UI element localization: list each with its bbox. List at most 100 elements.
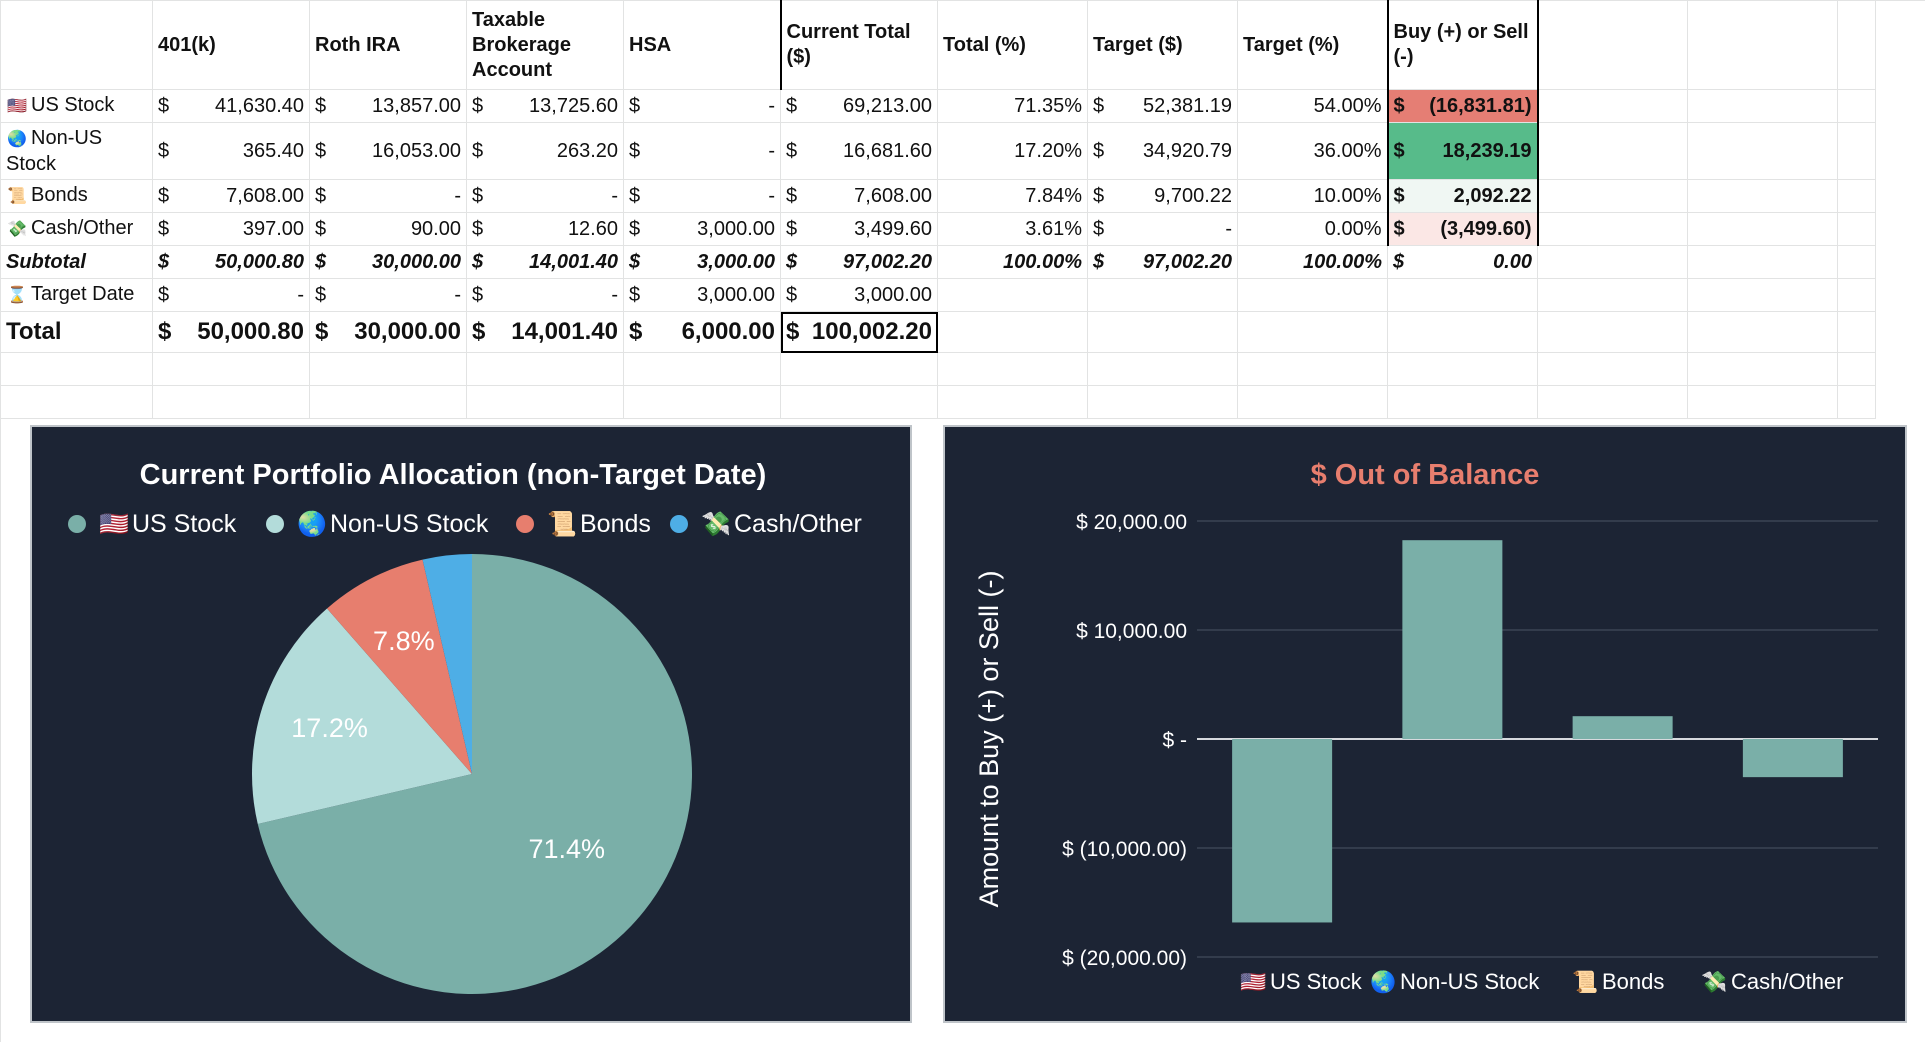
bar[interactable] <box>1742 739 1843 778</box>
empty-cell[interactable] <box>1087 352 1238 386</box>
cell-target[interactable]: $9,700.22 <box>1087 179 1238 213</box>
empty-cell[interactable] <box>623 352 781 386</box>
empty-cell[interactable] <box>309 352 467 386</box>
cell-current-total[interactable]: $16,681.60 <box>780 122 938 180</box>
empty-cell[interactable] <box>1537 352 1688 386</box>
empty-cell[interactable] <box>1687 311 1838 353</box>
cell-current-total[interactable]: $97,002.20 <box>780 245 938 279</box>
cell-current-total[interactable]: $7,608.00 <box>780 179 938 213</box>
cell-taxable[interactable]: $263.20 <box>466 122 624 180</box>
cell-buy-sell[interactable]: $0.00 <box>1387 245 1538 279</box>
empty-cell[interactable] <box>1687 352 1838 386</box>
cell-401k[interactable]: $50,000.80 <box>152 245 310 279</box>
cell-target[interactable]: $97,002.20 <box>1087 245 1238 279</box>
cell-hsa[interactable]: $3,000.00 <box>623 212 781 246</box>
column-header[interactable]: Taxable Brokerage Account <box>466 0 624 90</box>
empty-cell[interactable] <box>1387 352 1538 386</box>
cell-401k[interactable]: $ - <box>152 278 310 312</box>
empty-cell[interactable] <box>780 352 938 386</box>
empty-cell[interactable] <box>1537 122 1688 180</box>
cell-hsa[interactable]: $3,000.00 <box>623 245 781 279</box>
row-label[interactable]: ⌛ Target Date <box>0 278 153 312</box>
empty-cell[interactable] <box>1837 278 1876 312</box>
cell-hsa[interactable]: $3,000.00 <box>623 278 781 312</box>
row-label[interactable]: Subtotal <box>0 245 153 279</box>
empty-cell[interactable] <box>1237 352 1388 386</box>
empty-cell[interactable] <box>1237 311 1388 353</box>
empty-cell[interactable] <box>1837 352 1876 386</box>
empty-cell[interactable] <box>623 385 781 419</box>
empty-cell[interactable] <box>937 385 1088 419</box>
cell-buy-sell[interactable]: $2,092.22 <box>1386 179 1539 213</box>
empty-cell[interactable] <box>1537 89 1688 123</box>
empty-cell[interactable] <box>1537 385 1688 419</box>
empty-cell[interactable] <box>937 352 1088 386</box>
cell-total-pct[interactable]: 71.35% <box>937 89 1088 123</box>
empty-cell[interactable] <box>1837 212 1876 246</box>
empty-cell[interactable] <box>1537 278 1688 312</box>
cell-total-pct[interactable]: 100.00% <box>937 245 1088 279</box>
cell-target-pct[interactable]: 0.00% <box>1237 212 1388 246</box>
legend-item[interactable]: 🇺🇸 US Stock <box>68 510 237 538</box>
cell-taxable[interactable]: $12.60 <box>466 212 624 246</box>
row-label[interactable]: 🇺🇸 US Stock <box>0 89 153 123</box>
legend-item[interactable]: 💸 Cash/Other <box>670 510 862 538</box>
cell-current-total[interactable]: $3,000.00 <box>780 278 938 312</box>
empty-cell[interactable] <box>1687 89 1838 123</box>
legend-item[interactable]: 🇺🇸 US Stock <box>1240 969 1363 994</box>
empty-cell[interactable] <box>309 385 467 419</box>
cell-taxable[interactable]: $13,725.60 <box>466 89 624 123</box>
empty-cell[interactable] <box>1687 278 1838 312</box>
empty-cell[interactable] <box>1837 0 1876 90</box>
legend-item[interactable]: 📜 Bonds <box>1572 969 1664 994</box>
column-header[interactable]: HSA <box>623 0 781 90</box>
empty-cell[interactable] <box>1087 278 1238 312</box>
cell-hsa[interactable]: $ - <box>623 89 781 123</box>
column-header[interactable]: Target ($) <box>1087 0 1238 90</box>
column-header[interactable]: Current Total ($) <box>779 0 938 90</box>
empty-cell[interactable] <box>152 385 310 419</box>
cell-401k[interactable]: $365.40 <box>152 122 310 180</box>
column-header[interactable]: Roth IRA <box>309 0 467 90</box>
empty-cell[interactable] <box>1087 311 1238 353</box>
empty-cell[interactable] <box>1837 89 1876 123</box>
empty-cell[interactable] <box>1537 179 1688 213</box>
cell-roth-ira[interactable]: $30,000.00 <box>309 245 467 279</box>
empty-cell[interactable] <box>1837 385 1876 419</box>
column-header[interactable]: 401(k) <box>152 0 310 90</box>
empty-cell[interactable] <box>0 352 153 386</box>
empty-cell[interactable] <box>1537 212 1688 246</box>
cell-roth-ira[interactable]: $ - <box>309 179 467 213</box>
cell-401k[interactable]: $50,000.80 <box>152 311 310 353</box>
empty-cell[interactable] <box>1537 0 1688 90</box>
cell-taxable[interactable]: $ - <box>466 179 624 213</box>
cell-total-pct[interactable]: 7.84% <box>937 179 1088 213</box>
empty-cell[interactable] <box>1387 278 1538 312</box>
empty-cell[interactable] <box>1837 179 1876 213</box>
row-label[interactable]: Total <box>0 311 153 353</box>
cell-total-pct[interactable]: 17.20% <box>937 122 1088 180</box>
cell-current-total[interactable]: $3,499.60 <box>780 212 938 246</box>
cell-target-pct[interactable]: 100.00% <box>1237 245 1388 279</box>
cell-buy-sell[interactable]: $ (16,831.81) <box>1386 89 1539 123</box>
cell-total-pct[interactable]: 3.61% <box>937 212 1088 246</box>
empty-cell[interactable] <box>1087 385 1238 419</box>
legend-item[interactable]: 💸 Cash/Other <box>1701 969 1844 994</box>
empty-cell[interactable] <box>1387 311 1538 353</box>
cell-target[interactable]: $34,920.79 <box>1087 122 1238 180</box>
empty-cell[interactable] <box>152 352 310 386</box>
cell-401k[interactable]: $397.00 <box>152 212 310 246</box>
cell-hsa[interactable]: $ - <box>623 122 781 180</box>
empty-cell[interactable] <box>1387 385 1538 419</box>
empty-cell[interactable] <box>0 385 153 419</box>
empty-cell[interactable] <box>1237 278 1388 312</box>
pie-chart-panel[interactable]: Current Portfolio Allocation (non-Target… <box>30 425 912 1023</box>
cell-taxable[interactable]: $ - <box>466 278 624 312</box>
empty-cell[interactable] <box>466 352 624 386</box>
bar[interactable] <box>1572 716 1673 739</box>
column-header[interactable] <box>0 0 153 90</box>
row-label[interactable]: 💸 Cash/Other <box>0 212 153 246</box>
cell-roth-ira[interactable]: $16,053.00 <box>309 122 467 180</box>
cell-buy-sell[interactable]: $18,239.19 <box>1386 122 1539 180</box>
cell-401k[interactable]: $7,608.00 <box>152 179 310 213</box>
